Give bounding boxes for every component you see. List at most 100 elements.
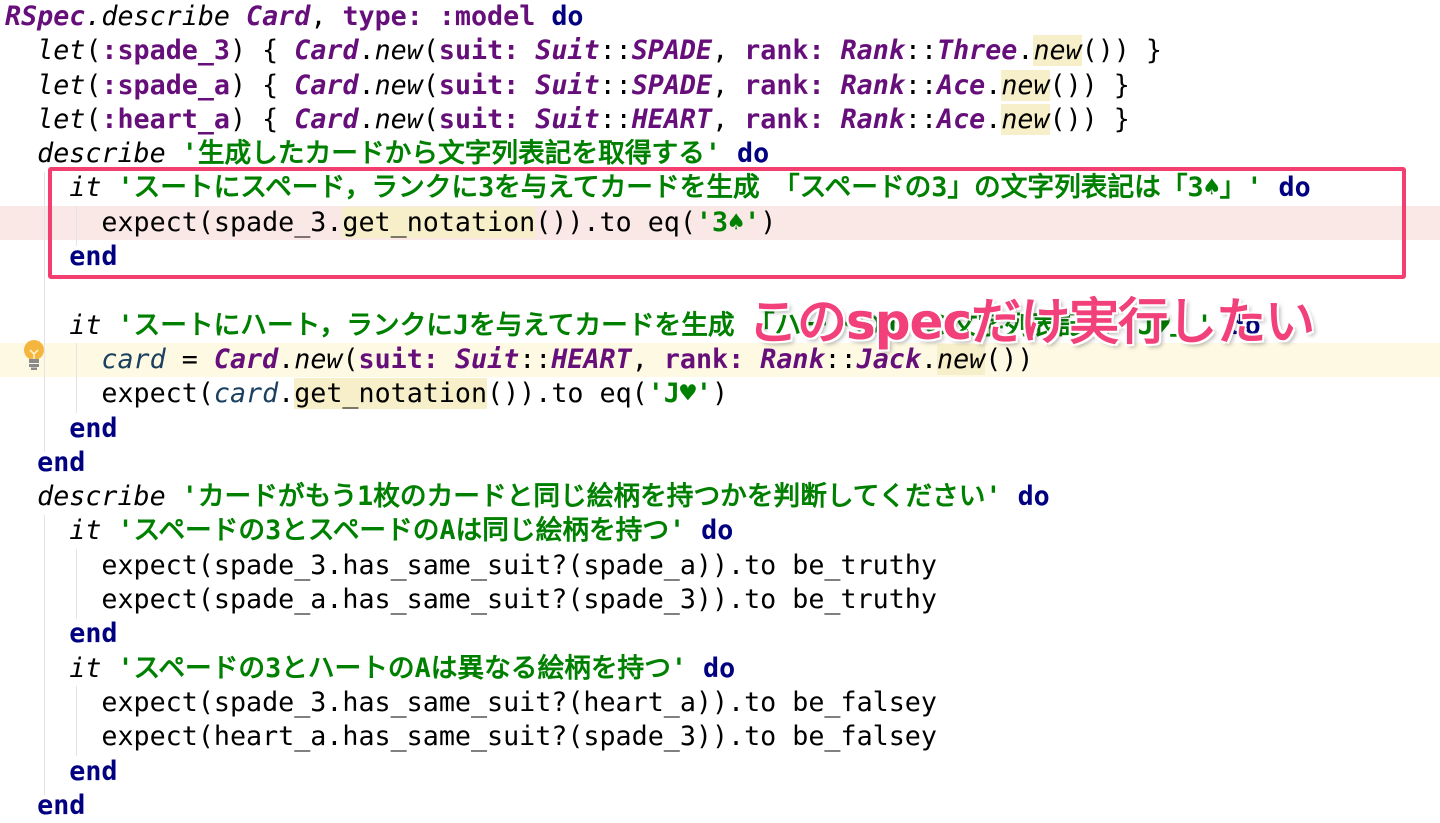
code-token: do [703, 652, 736, 684]
code-line[interactable]: expect(heart_a.has_same_suit?(spade_3)).… [0, 720, 1440, 754]
code-token: :heart_a [101, 103, 230, 135]
code-token: . [985, 103, 1002, 135]
code-token: it [69, 652, 118, 684]
lightbulb-icon[interactable] [22, 339, 46, 371]
code-token: let [37, 69, 86, 101]
code-line[interactable]: expect(card.get_notation()).to eq('J♥') [0, 377, 1440, 411]
code-token: SPADE [631, 35, 713, 67]
code-token: SPADE [631, 69, 713, 101]
code-token: ( [422, 35, 439, 67]
code-token: ( [342, 343, 359, 375]
code-token: HEART [551, 343, 632, 375]
code-token: ) { [229, 103, 295, 135]
code-line[interactable]: it 'スペードの3とハートのAは異なる絵柄を持つ' do [0, 652, 1440, 686]
code-line[interactable]: expect(spade_3.has_same_suit?(spade_a)).… [0, 549, 1440, 583]
code-token: card [101, 343, 166, 375]
code-token: end [69, 618, 118, 650]
code-token: Suit [535, 69, 600, 101]
code-token: . [1017, 35, 1034, 67]
code-token: . [278, 378, 295, 410]
code-token: :spade_a [101, 69, 230, 101]
code-token: . [985, 69, 1002, 101]
code-token: suit: [438, 103, 536, 135]
code-token: expect(spade_3.has_same_suit?(heart_a)).… [5, 686, 937, 718]
code-token: expect(heart_a.has_same_suit?(spade_3)).… [5, 721, 937, 753]
code-token: :spade_3 [101, 35, 230, 67]
code-token: expect( [5, 378, 214, 410]
code-token: :: [599, 103, 632, 135]
code-line[interactable]: end [0, 412, 1440, 446]
code-token: new [1001, 103, 1050, 135]
code-token: Suit [535, 35, 600, 67]
indent-guide [44, 515, 45, 795]
code-token: rank: [663, 343, 761, 375]
code-token: 'スペードの3とハートのAは異なる絵柄を持つ' [117, 652, 704, 684]
code-token: Card [246, 1, 311, 32]
code-token: rank: [744, 69, 841, 101]
code-line[interactable]: RSpec.describe Card, type: :model do [0, 0, 1440, 34]
code-token: .describe [85, 1, 247, 32]
code-token: Suit [454, 343, 520, 375]
indent-guide [76, 343, 77, 413]
code-line[interactable]: let(:heart_a) { Card.new(suit: Suit::HEA… [0, 103, 1440, 137]
code-token: ()).to eq( [487, 378, 648, 410]
code-token: it [69, 309, 118, 341]
code-line[interactable]: expect(spade_3.has_same_suit?(heart_a)).… [0, 686, 1440, 720]
code-line[interactable]: expect(spade_a.has_same_suit?(spade_3)).… [0, 583, 1440, 617]
code-token: HEART [631, 103, 713, 135]
code-token: :: [904, 103, 938, 135]
code-line[interactable]: end [0, 446, 1440, 480]
code-token: ( [422, 69, 439, 101]
code-token: describe [37, 481, 182, 513]
code-token: , [712, 103, 745, 135]
code-token: Rank [840, 69, 905, 101]
code-line[interactable]: it 'スペードの3とスペードのAは同じ絵柄を持つ' do [0, 514, 1440, 548]
code-token: ( [85, 103, 102, 135]
code-token: Card [294, 69, 359, 101]
code-token: do [551, 1, 584, 32]
code-token: :: [904, 35, 938, 67]
code-token: do [701, 515, 734, 547]
code-line[interactable]: let(:spade_3) { Card.new(suit: Suit::SPA… [0, 34, 1440, 68]
code-token: . [278, 343, 295, 375]
code-token: , [310, 1, 343, 32]
code-token: let [37, 35, 86, 67]
code-token: type: :model [342, 1, 552, 32]
indent-guide [44, 172, 45, 452]
code-token: :: [599, 35, 632, 67]
annotation-label: このspecだけ実行したい [748, 293, 1315, 351]
code-token: 'J♥' [647, 378, 713, 410]
code-editor[interactable]: RSpec.describe Card, type: :model do let… [0, 0, 1440, 823]
code-token: , [712, 35, 745, 67]
code-token: new [1033, 35, 1082, 67]
code-token: :: [599, 69, 632, 101]
code-token: rank: [744, 103, 841, 135]
code-token: ) { [229, 69, 295, 101]
indent-guide [76, 686, 77, 756]
code-token: expect(spade_3.has_same_suit?(spade_a)).… [5, 549, 937, 581]
code-token: new [374, 35, 423, 67]
code-token: ) [712, 378, 729, 410]
code-line[interactable]: describe 'カードがもう1枚のカードと同じ絵柄を持つかを判断してください… [0, 480, 1440, 514]
code-line[interactable]: end [0, 617, 1440, 651]
code-token: . [358, 35, 375, 67]
code-token: Rank [840, 103, 905, 135]
code-token: :: [904, 69, 938, 101]
code-token: ()) } [1081, 35, 1162, 67]
code-token: rank: [744, 35, 841, 67]
code-token: ) { [229, 35, 295, 67]
code-token: end [69, 755, 118, 787]
code-line[interactable]: end [0, 755, 1440, 789]
code-token: , [631, 343, 664, 375]
code-line[interactable]: let(:spade_a) { Card.new(suit: Suit::SPA… [0, 69, 1440, 103]
